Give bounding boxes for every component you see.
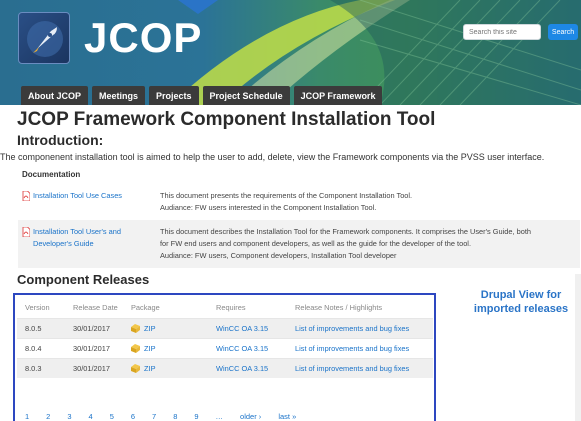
highlight-box bbox=[13, 293, 436, 421]
doc-link-users-guide[interactable]: Installation Tool User's and Developer's… bbox=[22, 226, 160, 262]
pdf-icon bbox=[22, 191, 30, 201]
doc-desc-line: This document presents the requirements … bbox=[160, 191, 413, 200]
annotation-callout: Drupal View for imported releases bbox=[473, 289, 569, 315]
rocket-icon bbox=[27, 21, 63, 57]
pdf-icon bbox=[22, 227, 30, 237]
doc-link-use-cases[interactable]: Installation Tool Use Cases bbox=[22, 190, 160, 214]
nav-tab-project-schedule[interactable]: Project Schedule bbox=[202, 86, 290, 105]
intro-heading: Introduction: bbox=[17, 132, 104, 148]
site-name[interactable]: JCOP bbox=[84, 14, 202, 62]
doc-row: Installation Tool Use Cases This documen… bbox=[18, 184, 580, 220]
main-nav: About JCOP Meetings Projects Project Sch… bbox=[21, 86, 383, 105]
nav-tab-jcop-framework[interactable]: JCOP Framework bbox=[293, 86, 383, 105]
nav-tab-about[interactable]: About JCOP bbox=[21, 86, 88, 105]
doc-desc-line: for FW end users and component developer… bbox=[160, 239, 471, 248]
releases-heading: Component Releases bbox=[17, 272, 150, 287]
site-header: JCOP Search About JCOP Meetings Projects… bbox=[0, 0, 581, 105]
intro-text: The componenent installation tool is aim… bbox=[0, 152, 545, 162]
doc-link-label[interactable]: Installation Tool Use Cases bbox=[33, 190, 122, 214]
nav-tab-projects[interactable]: Projects bbox=[149, 86, 199, 105]
page-title: JCOP Framework Component Installation To… bbox=[17, 109, 436, 130]
search-button[interactable]: Search bbox=[548, 24, 578, 40]
doc-desc-line: Audiance: FW users interested in the Com… bbox=[160, 203, 377, 212]
nav-tab-meetings[interactable]: Meetings bbox=[92, 86, 146, 105]
doc-description: This document presents the requirements … bbox=[160, 190, 576, 214]
site-logo[interactable] bbox=[18, 12, 70, 64]
documentation-heading: Documentation bbox=[22, 170, 81, 179]
doc-description: This document describes the Installation… bbox=[160, 226, 576, 262]
doc-link-label[interactable]: Installation Tool User's and Developer's… bbox=[33, 226, 160, 262]
doc-row: Installation Tool User's and Developer's… bbox=[18, 220, 580, 268]
pointer-arrow-icon bbox=[178, 0, 218, 14]
search-input[interactable] bbox=[463, 24, 541, 40]
scrollbar-track[interactable] bbox=[575, 274, 581, 421]
doc-desc-line: Audiance: FW users, Component developers… bbox=[160, 251, 397, 260]
doc-desc-line: This document describes the Installation… bbox=[160, 227, 531, 236]
documentation-table: Documentation Installation Tool Use Case… bbox=[18, 164, 580, 268]
